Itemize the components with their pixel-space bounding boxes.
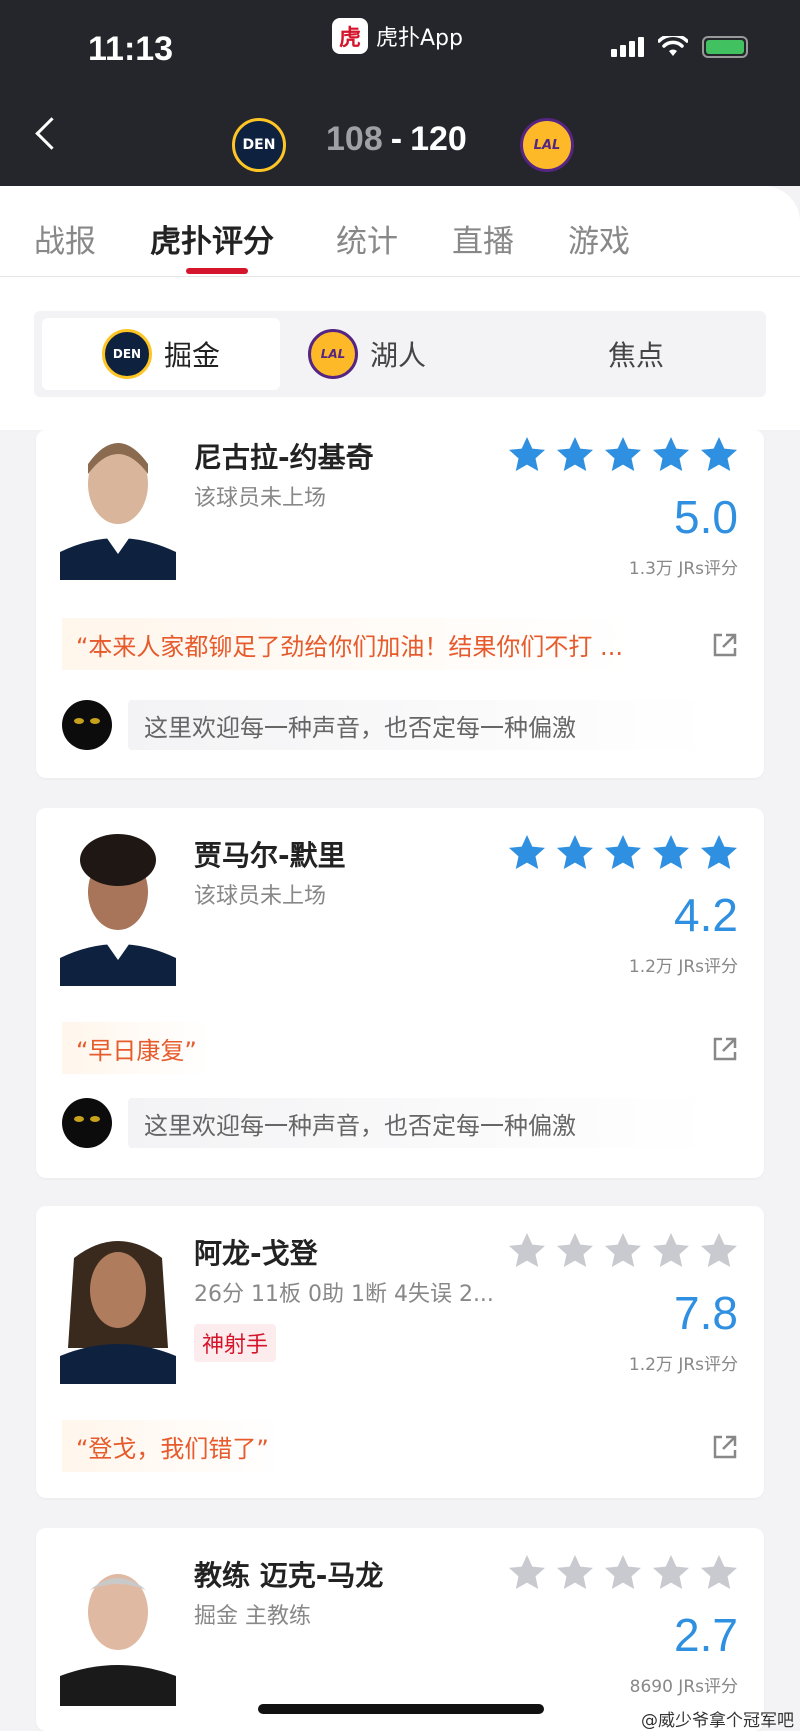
score-separator: - [390, 120, 403, 158]
star-icon[interactable] [650, 1552, 692, 1594]
player-name[interactable]: 尼古拉-约基奇 [194, 436, 374, 476]
coach-avatar [60, 1550, 176, 1706]
player-avatar [60, 430, 176, 580]
rater-count: 1.2万 JRs评分 [628, 1355, 738, 1375]
comment-input[interactable]: 这里欢迎每一种声音，也否定每一种偏激 [128, 1098, 712, 1148]
star-icon[interactable] [506, 434, 548, 476]
share-icon[interactable] [712, 1434, 738, 1460]
game-header: 11:13 虎 虎扑App DEN 108-120 LAL [0, 0, 800, 186]
hot-comment[interactable]: “本来人家都铆足了劲给你们加油！结果你们不打 ... [62, 618, 637, 670]
tab-stats[interactable]: 统计 [336, 216, 398, 261]
lakers-logo-icon: LAL [308, 329, 358, 379]
tab-game[interactable]: 游戏 [568, 216, 630, 261]
star-icon[interactable] [602, 434, 644, 476]
rating-score: 7.8 [674, 1287, 738, 1339]
segment-focus[interactable]: 焦点 [608, 318, 664, 390]
player-stat-line: 26分 11板 0助 1断 4失误 2... [194, 1282, 494, 1307]
star-icon[interactable] [698, 434, 740, 476]
app-label: 虎扑App [376, 26, 463, 51]
star-icon[interactable] [698, 832, 740, 874]
tab-live[interactable]: 直播 [452, 216, 514, 261]
hot-comment[interactable]: “早日康复” [62, 1022, 211, 1074]
star-icon[interactable] [602, 1230, 644, 1272]
star-icon[interactable] [698, 1552, 740, 1594]
segment-label: 掘金 [163, 339, 220, 372]
star-icon[interactable] [554, 1552, 596, 1594]
star-icon[interactable] [554, 832, 596, 874]
rater-count: 1.3万 JRs评分 [628, 559, 738, 579]
player-card[interactable]: 贾马尔-默里 该球员未上场 4.2 1.2万 JRs评分 “早日康复” 这里欢迎… [36, 808, 764, 1178]
home-team-logo[interactable]: DEN [232, 118, 286, 172]
coach-card[interactable]: 教练 迈克-马龙 掘金 主教练 2.7 8690 JRs评分 [36, 1528, 764, 1731]
star-icon[interactable] [650, 434, 692, 476]
tab-rating[interactable]: 虎扑评分 [150, 216, 274, 261]
player-avatar [60, 830, 176, 986]
tab-report[interactable]: 战报 [34, 216, 96, 261]
player-tag: 神射手 [194, 1324, 277, 1362]
rating-score: 4.2 [674, 889, 738, 941]
status-icons [611, 36, 748, 58]
hot-comment[interactable]: “登戈，我们错了” [62, 1420, 283, 1472]
star-icon[interactable] [602, 832, 644, 874]
star-icon[interactable] [602, 1552, 644, 1594]
app-badge[interactable]: 虎 虎扑App [332, 18, 463, 54]
player-name[interactable]: 贾马尔-默里 [194, 834, 346, 874]
segment-nuggets[interactable]: DEN 掘金 [42, 318, 280, 390]
team-segmented-control: DEN 掘金 LAL 湖人 焦点 [34, 311, 766, 397]
star-icon[interactable] [506, 1230, 548, 1272]
hupu-logo-icon: 虎 [332, 18, 368, 54]
home-score: 108 [326, 120, 383, 158]
battery-charging-icon [702, 36, 748, 58]
rater-count: 1.2万 JRs评分 [628, 957, 738, 977]
active-tab-indicator [186, 268, 248, 274]
tab-bar: 战报 虎扑评分 统计 直播 游戏 [0, 150, 800, 277]
star-icon[interactable] [650, 1230, 692, 1272]
user-avatar [62, 700, 112, 750]
rating-score: 5.0 [674, 491, 738, 543]
star-icon[interactable] [698, 1230, 740, 1272]
comment-input[interactable]: 这里欢迎每一种声音，也否定每一种偏激 [128, 700, 712, 750]
player-avatar [60, 1228, 176, 1384]
away-score: 120 [410, 120, 467, 158]
game-score: 108-120 [326, 120, 467, 159]
player-info: 该球员未上场 [194, 884, 327, 909]
coach-name[interactable]: 教练 迈克-马龙 [194, 1554, 383, 1594]
share-icon[interactable] [712, 1036, 738, 1062]
share-icon[interactable] [712, 632, 738, 658]
nuggets-logo-icon: DEN [101, 329, 152, 379]
segment-lakers[interactable]: LAL 湖人 [308, 318, 426, 390]
star-icon[interactable] [650, 832, 692, 874]
segment-label: 焦点 [608, 339, 665, 372]
star-icon[interactable] [554, 1230, 596, 1272]
away-team-logo[interactable]: LAL [520, 118, 574, 172]
star-icon[interactable] [506, 832, 548, 874]
team-filter-area: DEN 掘金 LAL 湖人 焦点 [0, 277, 800, 430]
status-time: 11:13 [88, 30, 174, 68]
star-rating[interactable] [506, 832, 740, 874]
back-chevron-icon[interactable] [35, 117, 68, 150]
star-icon[interactable] [554, 434, 596, 476]
home-indicator[interactable] [258, 1704, 544, 1714]
player-name[interactable]: 阿龙-戈登 [194, 1232, 318, 1272]
wifi-icon [658, 36, 688, 56]
player-info: 该球员未上场 [194, 486, 327, 511]
coach-info: 掘金 主教练 [194, 1604, 311, 1629]
segment-label: 湖人 [370, 339, 427, 372]
star-rating[interactable] [506, 1552, 740, 1594]
player-card[interactable]: 阿龙-戈登 26分 11板 0助 1断 4失误 2... 神射手 7.8 1.2… [36, 1206, 764, 1498]
star-icon[interactable] [506, 1552, 548, 1594]
rater-count: 8690 JRs评分 [629, 1677, 738, 1697]
watermark: @威少爷拿个冠军吧 [641, 1711, 794, 1731]
user-avatar [62, 1098, 112, 1148]
star-rating[interactable] [506, 1230, 740, 1272]
cellular-signal-icon [611, 37, 644, 57]
rating-score: 2.7 [674, 1609, 738, 1661]
player-card[interactable]: 尼古拉-约基奇 该球员未上场 5.0 1.3万 JRs评分 “本来人家都铆足了劲… [36, 430, 764, 778]
star-rating[interactable] [506, 434, 740, 476]
